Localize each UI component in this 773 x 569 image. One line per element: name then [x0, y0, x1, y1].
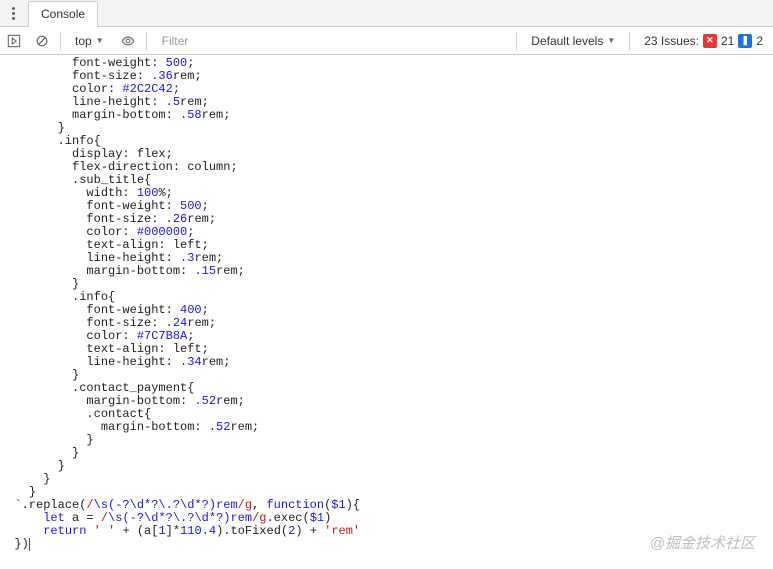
tab-bar: Console [0, 0, 773, 27]
divider [146, 32, 147, 50]
context-selector[interactable]: top ▼ [69, 34, 110, 48]
tab-label: Console [41, 7, 85, 21]
clear-console-icon[interactable] [32, 31, 52, 51]
tab-console[interactable]: Console [28, 1, 98, 27]
code-line: }) [0, 538, 773, 551]
info-count: 2 [756, 34, 763, 48]
code-line: } [0, 473, 773, 486]
code-line: return ' ' + (a[1]*110.4).toFixed(2) + '… [0, 525, 773, 538]
divider [516, 32, 517, 50]
code-line: margin-bottom: .15rem; [0, 265, 773, 278]
console-toolbar: top ▼ Default levels ▼ 23 Issues: ✕ 21 ❚… [0, 27, 773, 55]
kebab-menu-icon[interactable] [4, 7, 22, 20]
divider [60, 32, 61, 50]
filter-input[interactable] [155, 31, 509, 51]
chevron-down-icon: ▼ [96, 36, 104, 45]
divider [629, 32, 630, 50]
code-line: } [0, 447, 773, 460]
levels-label: Default levels [531, 34, 603, 48]
text-cursor [29, 538, 30, 551]
code-line: } [0, 278, 773, 291]
code-line: line-height: .34rem; [0, 356, 773, 369]
issues-indicator[interactable]: 23 Issues: ✕ 21 ❚ 2 [638, 34, 769, 48]
issues-label: 23 Issues: [644, 34, 699, 48]
console-output[interactable]: font-weight: 500; font-size: .36rem; col… [0, 55, 773, 569]
code-line: margin-bottom: .58rem; [0, 109, 773, 122]
code-line: } [0, 434, 773, 447]
chevron-down-icon: ▼ [607, 36, 615, 45]
code-line: } [0, 122, 773, 135]
context-label: top [75, 34, 92, 48]
info-badge-icon: ❚ [738, 34, 752, 48]
error-count: 21 [721, 34, 734, 48]
eye-icon[interactable] [118, 31, 138, 51]
error-badge-icon: ✕ [703, 34, 717, 48]
log-levels-selector[interactable]: Default levels ▼ [525, 34, 621, 48]
execute-icon[interactable] [4, 31, 24, 51]
code-line: margin-bottom: .52rem; [0, 421, 773, 434]
code-line: } [0, 460, 773, 473]
